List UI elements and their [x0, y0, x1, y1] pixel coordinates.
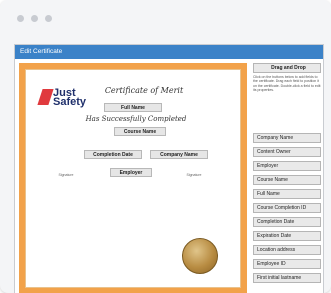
signature-left[interactable]: Signature	[46, 173, 86, 177]
add-company-name-button[interactable]: Company Name	[253, 133, 321, 143]
field-toolbox: Drag and Drop Click on the buttons below…	[253, 63, 321, 293]
add-course-name-button[interactable]: Course Name	[253, 175, 321, 185]
signature-right[interactable]: Signature	[174, 173, 214, 177]
add-full-name-button[interactable]: Full Name	[253, 189, 321, 199]
company-name-field[interactable]: Company Name	[150, 150, 208, 159]
logo-mark-icon	[37, 89, 54, 105]
maximize-window-button[interactable]	[45, 15, 52, 22]
add-employee-id-button[interactable]: Employee ID	[253, 259, 321, 269]
add-first-initial-lastname-button[interactable]: First initial lastname	[253, 273, 321, 283]
course-name-field[interactable]: Course Name	[114, 127, 166, 136]
panel-title: Edit Certificate	[15, 45, 323, 59]
add-completion-date-button[interactable]: Completion Date	[253, 217, 321, 227]
drag-and-drop-button[interactable]: Drag and Drop	[253, 63, 321, 73]
certificate-heading[interactable]: Certificate of Merit	[104, 86, 184, 95]
add-employer-button[interactable]: Employer	[253, 161, 321, 171]
title-bar	[0, 0, 331, 38]
add-content-owner-button[interactable]: Content Owner	[253, 147, 321, 157]
completion-date-field[interactable]: Completion Date	[84, 150, 142, 159]
close-window-button[interactable]	[17, 15, 24, 22]
add-location-address-button[interactable]: Location address	[253, 245, 321, 255]
app-window: Edit Certificate Just Safety Certificate…	[0, 0, 331, 293]
certificate-seal-icon[interactable]	[182, 238, 218, 274]
add-course-completion-id-button[interactable]: Course Completion ID	[253, 203, 321, 213]
company-logo[interactable]: Just Safety	[37, 86, 91, 108]
certificate-border: Just Safety Certificate of Merit Full Na…	[19, 63, 247, 293]
certificate-canvas[interactable]: Just Safety Certificate of Merit Full Na…	[25, 69, 241, 288]
employer-field[interactable]: Employer	[110, 168, 152, 177]
edit-certificate-panel: Edit Certificate Just Safety Certificate…	[14, 44, 324, 293]
help-text: Click on the buttons below to add fields…	[253, 75, 321, 93]
full-name-field[interactable]: Full Name	[104, 103, 162, 112]
minimize-window-button[interactable]	[31, 15, 38, 22]
completion-statement[interactable]: Has Successfully Completed	[76, 115, 196, 123]
add-expiration-date-button[interactable]: Expiration Date	[253, 231, 321, 241]
logo-text-line2: Safety	[53, 96, 87, 108]
